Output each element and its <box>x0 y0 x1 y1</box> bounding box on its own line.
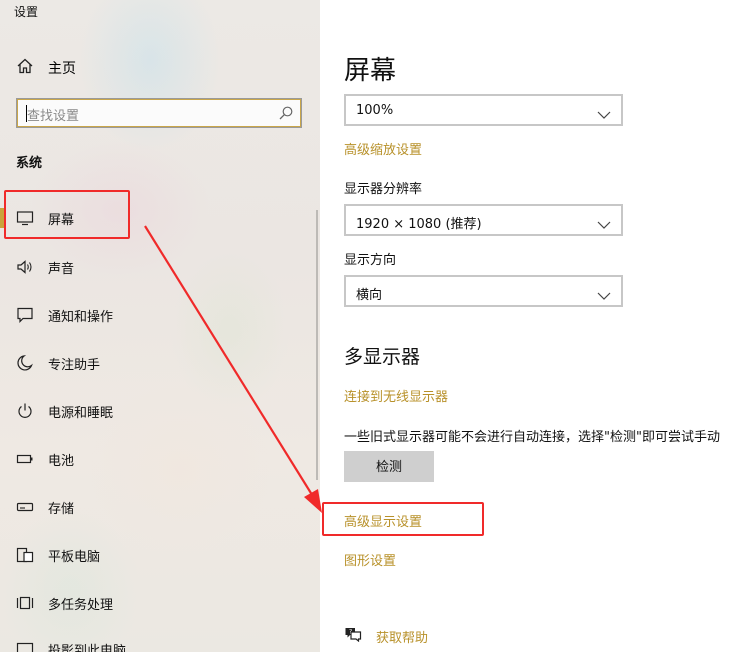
sidebar-item-tablet[interactable]: 平板电脑 <box>0 535 310 575</box>
svg-text:?: ? <box>349 629 352 636</box>
sidebar-item-label: 平板电脑 <box>48 549 101 565</box>
sidebar-item-battery[interactable]: 电池 <box>0 439 310 479</box>
battery-icon <box>16 450 34 468</box>
sidebar-item-label: 通知和操作 <box>48 309 114 325</box>
sidebar-scrollbar[interactable] <box>316 210 318 480</box>
get-help-label: 获取帮助 <box>376 630 429 646</box>
tablet-icon <box>16 546 34 564</box>
resolution-label: 显示器分辨率 <box>344 182 423 197</box>
sidebar-item-label: 电源和睡眠 <box>48 405 114 421</box>
notification-icon <box>16 306 34 324</box>
multitask-icon <box>16 594 34 612</box>
power-icon <box>16 402 34 420</box>
sidebar-item-multitasking[interactable]: 多任务处理 <box>0 583 310 623</box>
sidebar-item-power-sleep[interactable]: 电源和睡眠 <box>0 391 310 431</box>
home-label: 主页 <box>48 61 76 77</box>
storage-icon <box>16 498 34 516</box>
detect-button[interactable]: 检测 <box>344 451 434 482</box>
wireless-display-link[interactable]: 连接到无线显示器 <box>344 386 448 405</box>
scale-dropdown[interactable]: 100% <box>344 94 623 126</box>
annotation-box-advanced-display <box>322 502 484 536</box>
help-chat-icon: ? <box>344 626 362 646</box>
sidebar-item-label: 投影到此电脑 <box>48 643 127 652</box>
orientation-label: 显示方向 <box>344 253 397 268</box>
resolution-value: 1920 × 1080 (推荐) <box>356 217 482 232</box>
advanced-scaling-link[interactable]: 高级缩放设置 <box>344 139 422 158</box>
orientation-dropdown[interactable]: 横向 <box>344 275 623 307</box>
window-title: 设置 <box>14 5 39 19</box>
chevron-down-icon <box>597 105 611 124</box>
chevron-down-icon <box>597 215 611 234</box>
sidebar-item-notifications[interactable]: 通知和操作 <box>0 295 310 335</box>
chevron-down-icon <box>597 286 611 305</box>
section-label-system: 系统 <box>16 156 43 171</box>
graphics-settings-link[interactable]: 图形设置 <box>344 550 396 569</box>
resolution-dropdown[interactable]: 1920 × 1080 (推荐) <box>344 204 623 236</box>
search-icon[interactable] <box>278 105 294 125</box>
sidebar-home[interactable]: 主页 <box>16 57 76 79</box>
sidebar: 设置 主页 查找设置 系统 屏幕 声音 通知和操作 专注助手 电源和睡眠 电池 … <box>0 0 320 652</box>
orientation-value: 横向 <box>356 288 383 303</box>
page-title: 屏幕 <box>344 56 397 86</box>
sidebar-item-label: 专注助手 <box>48 357 101 373</box>
scale-value: 100% <box>356 103 394 118</box>
speaker-icon <box>16 258 34 276</box>
sidebar-item-projection[interactable]: 投影到此电脑 <box>0 629 310 652</box>
search-input[interactable]: 查找设置 <box>16 98 302 128</box>
detect-description: 一些旧式显示器可能不会进行自动连接，选择"检测"即可尝试手动 <box>344 430 720 445</box>
sidebar-item-sound[interactable]: 声音 <box>0 247 310 287</box>
get-help[interactable]: ? 获取帮助 <box>344 626 428 646</box>
annotation-box-display <box>4 190 130 239</box>
home-icon <box>16 57 34 79</box>
moon-icon <box>16 354 34 372</box>
projection-icon <box>16 640 34 652</box>
sidebar-item-label: 存储 <box>48 501 75 517</box>
search-placeholder: 查找设置 <box>27 109 80 124</box>
multi-display-heading: 多显示器 <box>344 346 421 368</box>
sidebar-item-storage[interactable]: 存储 <box>0 487 310 527</box>
sidebar-item-focus-assist[interactable]: 专注助手 <box>0 343 310 383</box>
sidebar-item-label: 多任务处理 <box>48 597 114 613</box>
sidebar-item-label: 电池 <box>48 453 75 469</box>
sidebar-item-label: 声音 <box>48 261 75 277</box>
